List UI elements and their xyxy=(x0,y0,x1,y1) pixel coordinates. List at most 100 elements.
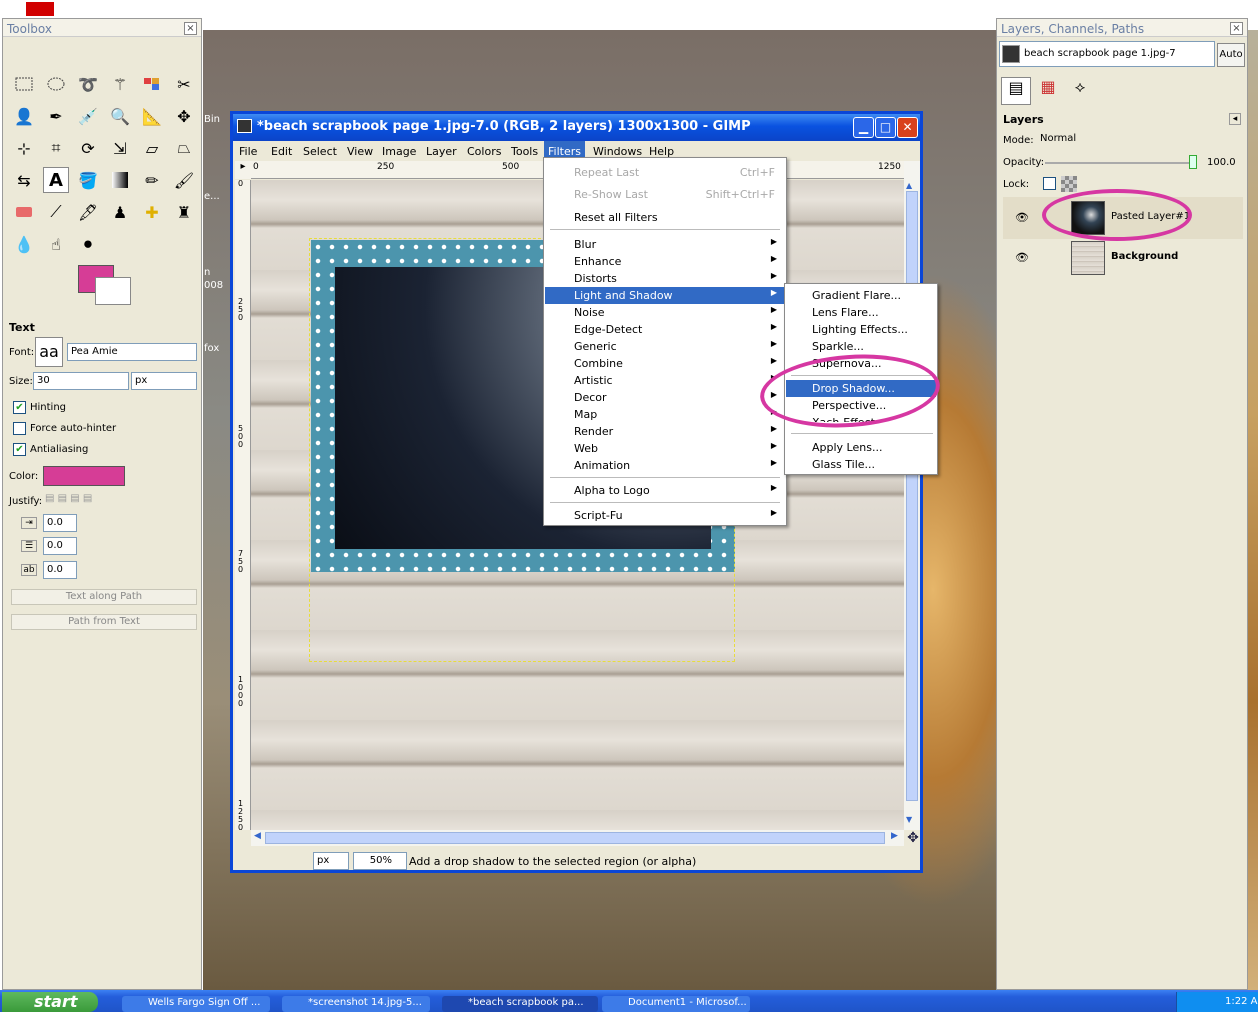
close-icon[interactable]: × xyxy=(184,22,197,35)
menu-item-noise[interactable]: Noise ▶ xyxy=(545,304,785,321)
menu-item-light-and-shadow[interactable]: Light and Shadow ▶ xyxy=(545,287,785,304)
align-icon[interactable]: ⊹ xyxy=(11,135,37,161)
path-from-text-button[interactable]: Path from Text xyxy=(11,614,197,630)
menu-item-script-fu[interactable]: Script-Fu ▶ xyxy=(545,507,785,524)
text-tool-icon[interactable]: A xyxy=(43,167,69,193)
vertical-scrollbar[interactable]: ▲ ▼ xyxy=(904,161,920,830)
menu-item-sparkle[interactable]: Sparkle... xyxy=(786,338,936,355)
background-color-swatch[interactable] xyxy=(95,277,131,305)
move-icon[interactable]: ✥ xyxy=(171,103,197,129)
menu-item-map[interactable]: Map ▶ xyxy=(545,406,785,423)
force-autohinter-checkbox[interactable] xyxy=(13,422,26,435)
dodge-burn-icon[interactable]: ⚫ xyxy=(75,231,101,257)
menu-file[interactable]: File xyxy=(239,145,257,158)
desktop-label-bin[interactable]: Bin xyxy=(204,114,220,125)
clone-icon[interactable]: ♟ xyxy=(107,199,133,225)
pencil-icon[interactable]: ✏ xyxy=(139,167,165,193)
menu-item-lighting-effects[interactable]: Lighting Effects... xyxy=(786,321,936,338)
opacity-value[interactable]: 100.0 xyxy=(1207,157,1236,168)
menu-item-gradient-flare[interactable]: Gradient Flare... xyxy=(786,287,936,304)
menu-tools[interactable]: Tools xyxy=(511,145,538,158)
rect-select-icon[interactable] xyxy=(11,71,37,97)
menu-item-web[interactable]: Web ▶ xyxy=(545,440,785,457)
scissors-icon[interactable]: ✂ xyxy=(171,71,197,97)
taskbar-item[interactable]: *screenshot 14.jpg-5... xyxy=(282,996,430,1012)
lasso-icon[interactable]: ➰ xyxy=(75,71,101,97)
layer-name[interactable]: Background xyxy=(1111,251,1178,262)
font-field[interactable]: Pea Amie xyxy=(67,343,197,361)
perspective-icon[interactable]: ⏢ xyxy=(171,135,197,161)
unit-select[interactable]: px xyxy=(313,852,349,870)
minimize-icon[interactable]: ▁ xyxy=(853,117,874,138)
zoom-select[interactable]: 50% xyxy=(353,852,407,870)
opacity-slider[interactable] xyxy=(1045,162,1193,164)
bucket-fill-icon[interactable]: 🪣 xyxy=(75,167,101,193)
channels-tab-icon[interactable]: ▦ xyxy=(1033,77,1063,105)
horizontal-scroll-thumb[interactable] xyxy=(265,832,885,844)
hinting-checkbox[interactable]: ✔ xyxy=(13,401,26,414)
antialiasing-checkbox[interactable]: ✔ xyxy=(13,443,26,456)
maximize-icon[interactable]: □ xyxy=(875,117,896,138)
size-field[interactable]: 30 xyxy=(33,372,129,390)
blur-icon[interactable]: 💧 xyxy=(11,231,37,257)
eye-icon[interactable]: 👁 xyxy=(1015,211,1029,224)
crop-icon[interactable]: ⌗ xyxy=(43,135,69,161)
lock-alpha-icon[interactable] xyxy=(1061,176,1077,192)
mode-select[interactable]: Normal xyxy=(1037,131,1245,149)
foreground-select-icon[interactable]: 👤 xyxy=(11,103,37,129)
menu-item-render[interactable]: Render ▶ xyxy=(545,423,785,440)
desktop-label-fox[interactable]: fox xyxy=(204,343,219,354)
menu-item-glass-tile[interactable]: Glass Tile... xyxy=(786,456,936,473)
menu-item-combine[interactable]: Combine ▶ xyxy=(545,355,785,372)
menu-item-blur[interactable]: Blur ▶ xyxy=(545,236,785,253)
navigate-icon[interactable]: ✥ xyxy=(905,830,921,846)
image-selector[interactable]: beach scrapbook page 1.jpg-7 xyxy=(999,41,1215,67)
measure-icon[interactable]: 📐 xyxy=(139,103,165,129)
start-button[interactable]: start xyxy=(2,992,98,1012)
ink-icon[interactable]: 🖋 xyxy=(75,199,101,225)
font-preview[interactable]: aa xyxy=(35,337,63,367)
menu-item-alpha-to-logo[interactable]: Alpha to Logo ▶ xyxy=(545,482,785,499)
letter-spacing-field[interactable]: 0.0 xyxy=(43,561,77,579)
zoom-icon[interactable]: 🔍 xyxy=(107,103,133,129)
menu-item-generic[interactable]: Generic ▶ xyxy=(545,338,785,355)
ellipse-select-icon[interactable] xyxy=(43,71,69,97)
paths-tab-icon[interactable]: ⟡ xyxy=(1065,77,1095,105)
menu-item-reset-all-filters[interactable]: Reset all Filters xyxy=(545,209,785,226)
menu-item-lens-flare[interactable]: Lens Flare... xyxy=(786,304,936,321)
menu-layer[interactable]: Layer xyxy=(426,145,457,158)
menu-item-decor[interactable]: Decor ▶ xyxy=(545,389,785,406)
scroll-right-icon[interactable]: ▶ xyxy=(891,831,898,841)
flip-icon[interactable]: ⇆ xyxy=(11,167,37,193)
color-select-icon[interactable] xyxy=(139,71,165,97)
menu-image[interactable]: Image xyxy=(382,145,416,158)
justify-buttons[interactable]: ▤ ▤ ▤ ▤ xyxy=(45,493,125,509)
color-picker-icon[interactable]: 💉 xyxy=(75,103,101,129)
text-color-button[interactable] xyxy=(43,466,125,486)
opacity-slider-handle[interactable] xyxy=(1189,155,1197,169)
horizontal-scrollbar[interactable]: ◀ ▶ xyxy=(251,830,904,846)
rotate-icon[interactable]: ⟳ xyxy=(75,135,101,161)
text-along-path-button[interactable]: Text along Path xyxy=(11,589,197,605)
blend-icon[interactable] xyxy=(107,167,133,193)
menu-item-enhance[interactable]: Enhance ▶ xyxy=(545,253,785,270)
menu-item-distorts[interactable]: Distorts ▶ xyxy=(545,270,785,287)
eraser-icon[interactable] xyxy=(11,199,37,225)
size-unit-select[interactable]: px xyxy=(131,372,197,390)
taskbar-item[interactable]: *beach scrapbook pa... xyxy=(442,996,598,1012)
close-window-icon[interactable]: ✕ xyxy=(897,117,918,138)
menu-item-repeat-last[interactable]: Repeat Last Ctrl+F xyxy=(545,164,785,181)
fuzzy-select-icon[interactable]: ⚚ xyxy=(107,71,133,97)
window-titlebar[interactable]: *beach scrapbook page 1.jpg-7.0 (RGB, 2 … xyxy=(233,114,920,141)
layers-tab-icon[interactable]: ▤ xyxy=(1001,77,1031,105)
scroll-up-icon[interactable]: ▲ xyxy=(906,181,912,190)
taskbar-item[interactable]: Document1 - Microsof... xyxy=(602,996,750,1012)
menu-item-reshow-last[interactable]: Re-Show Last Shift+Ctrl+F xyxy=(545,186,785,203)
scale-icon[interactable]: ⇲ xyxy=(107,135,133,161)
heal-icon[interactable]: ✚ xyxy=(139,199,165,225)
scroll-left-icon[interactable]: ◀ xyxy=(254,831,261,841)
menu-item-edge-detect[interactable]: Edge-Detect ▶ xyxy=(545,321,785,338)
smudge-icon[interactable]: ☝ xyxy=(43,231,69,257)
clock[interactable]: 1:22 A xyxy=(1225,996,1257,1007)
quick-mask-icon[interactable]: ▸ xyxy=(235,161,251,179)
